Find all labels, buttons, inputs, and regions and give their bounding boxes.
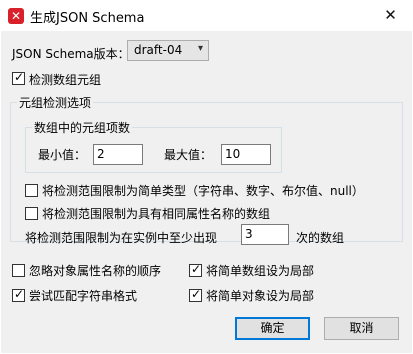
window-title: 生成JSON Schema [30, 11, 145, 26]
schema-version-value: draft-04 [134, 43, 183, 57]
item-count-group: 数组中的元组项数 最小值： 2 最大值： 10 [25, 119, 282, 173]
detect-tuples-checkbox[interactable] [12, 70, 25, 85]
simple-arrays-local-label: 将简单数组设为局部 [206, 264, 315, 278]
match-string-formats-label: 尝试匹配字符串格式 [29, 289, 138, 303]
limit-simple-types-checkbox[interactable] [25, 184, 38, 197]
ignore-property-order-label: 忽略对象属性名称的顺序 [29, 264, 162, 278]
match-string-formats-checkbox[interactable] [12, 287, 25, 302]
schema-version-label: JSON Schema版本： [12, 47, 130, 61]
chevron-down-icon: ▾ [197, 43, 203, 54]
min-value-field[interactable]: 2 [93, 144, 143, 165]
item-count-legend: 数组中的元组项数 [32, 119, 133, 136]
min-occurrence-field[interactable]: 3 [241, 224, 289, 245]
min-occurrence-label: 将检测范围限制为在实例中至少出现 [25, 231, 218, 245]
max-label: 最大值： [164, 148, 213, 162]
ok-button[interactable]: 确定 [235, 317, 310, 340]
min-label: 最小值： [38, 148, 87, 162]
limit-same-props-checkbox[interactable] [25, 207, 38, 220]
tuple-options-legend: 元组检测选项 [17, 94, 94, 111]
simple-objects-local-checkbox[interactable] [189, 287, 202, 302]
limit-same-props-label: 将检测范围限制为具有相同属性名称的数组 [42, 207, 271, 221]
simple-arrays-local-checkbox[interactable] [189, 262, 202, 277]
close-icon[interactable]: ✕ [368, 0, 413, 31]
cancel-button[interactable]: 取消 [324, 317, 399, 340]
limit-simple-types-label: 将检测范围限制为简单类型（字符串、数字、布尔值、null） [42, 184, 364, 198]
title-bar: ✕ 生成JSON Schema ✕ [0, 0, 413, 31]
min-occurrence-suffix: 次的数组 [296, 231, 345, 245]
simple-objects-local-label: 将简单对象设为局部 [206, 289, 315, 303]
detect-tuples-label: 检测数组元组 [29, 73, 102, 87]
schema-version-select[interactable]: draft-04 ▾ [127, 40, 209, 61]
tuple-options-group: 元组检测选项 数组中的元组项数 最小值： 2 最大值： 10 将检测范围限制为简… [10, 94, 403, 245]
ignore-property-order-checkbox[interactable] [12, 264, 25, 277]
altova-app-icon: ✕ [8, 8, 24, 24]
max-value-field[interactable]: 10 [221, 144, 271, 165]
dialog-body: JSON Schema版本： draft-04 ▾ 检测数组元组 元组检测选项 … [1, 31, 412, 353]
